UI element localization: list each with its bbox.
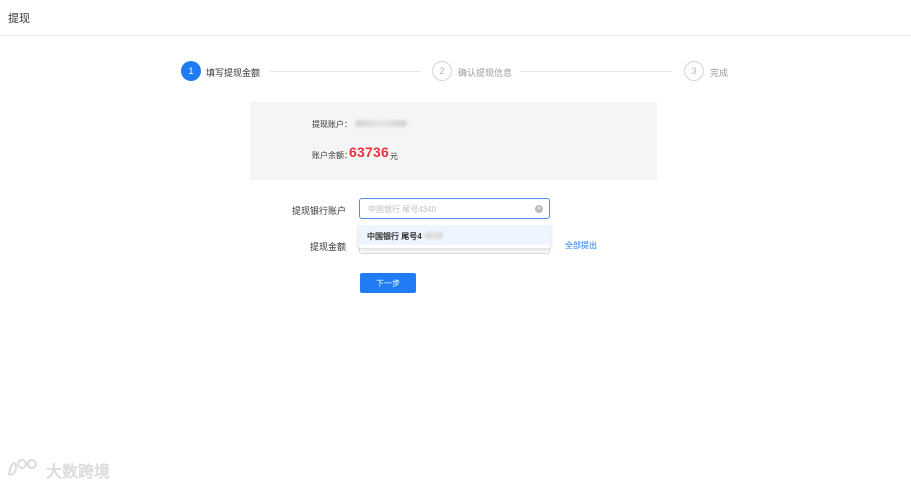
account-info-panel — [250, 102, 657, 180]
bank-account-select[interactable]: 中国银行 尾号4340 × — [359, 198, 550, 219]
masked-account-number — [355, 120, 407, 127]
bank-account-select-value: 中国银行 尾号4340 — [368, 205, 437, 214]
bank-account-option[interactable]: 中国银行 尾号4 — [359, 225, 550, 245]
balance-value: 63736 — [349, 144, 389, 160]
bank-account-option-text: 中国银行 尾号4 — [367, 232, 422, 241]
watermark-text: 大数跨境 — [46, 464, 111, 481]
step-3-number: 3 — [684, 61, 704, 81]
bank-account-dropdown: 中国银行 尾号4 — [359, 222, 550, 248]
balance-unit: 元 — [390, 152, 398, 161]
account-label: 提现账户： — [312, 120, 352, 129]
page-header: 提现 — [0, 0, 911, 36]
amount-label: 提现金额 — [309, 242, 346, 252]
balance-label: 账户余额： — [312, 151, 352, 160]
step-2-label: 确认提现信息 — [458, 68, 513, 78]
step-1-number: 1 — [181, 61, 201, 81]
step-3-label: 完成 — [710, 68, 729, 78]
masked-card-suffix — [425, 232, 443, 239]
clear-icon[interactable]: × — [535, 205, 543, 213]
withdraw-all-link[interactable]: 全部提出 — [565, 240, 597, 251]
watermark-logo: 大数跨境 — [6, 454, 124, 481]
step-connector-1 — [270, 71, 420, 72]
bank-account-label: 提现银行账户 — [291, 206, 346, 216]
page-title: 提现 — [8, 13, 30, 25]
step-connector-2 — [520, 71, 672, 72]
watermark-logo-icon — [7, 459, 37, 476]
step-1-label: 填写提现金额 — [206, 68, 261, 78]
step-2-number: 2 — [432, 61, 452, 81]
next-step-button[interactable]: 下一步 — [360, 273, 416, 293]
